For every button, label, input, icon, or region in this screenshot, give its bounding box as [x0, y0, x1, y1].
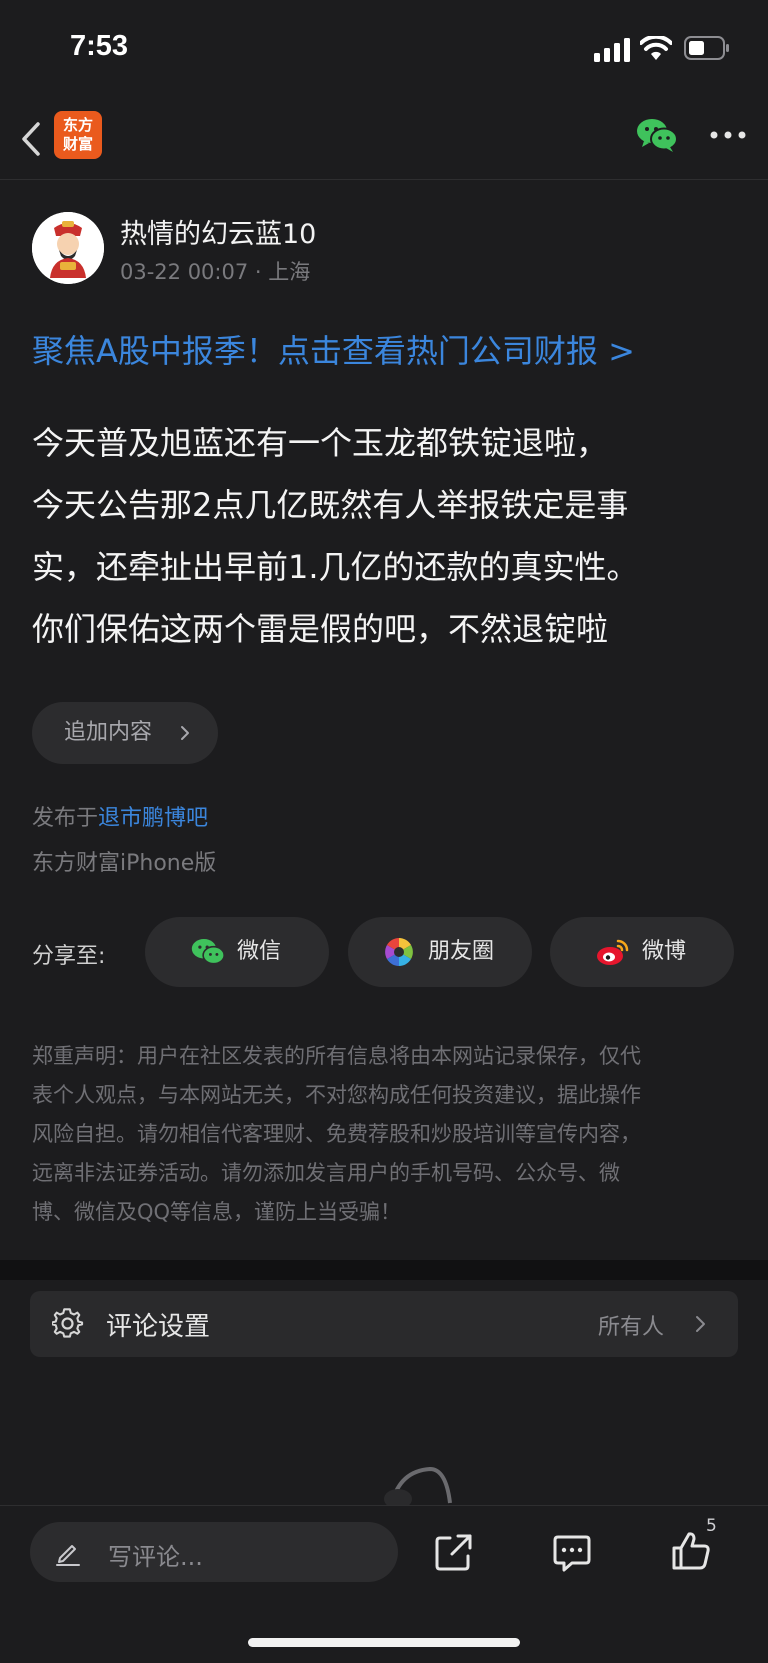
- author-block: 热情的幻云蓝10 03-22 00:07 · 上海: [32, 212, 732, 286]
- logo-text-line2: 财富: [62, 135, 93, 153]
- moments-icon: [385, 938, 413, 966]
- cellular-signal-icon: [594, 38, 630, 62]
- wechat-icon: [191, 939, 225, 965]
- share-moments-label: 朋友圈: [428, 939, 495, 964]
- append-content-button[interactable]: 追加内容: [32, 702, 218, 764]
- logo-text-line1: 东方: [62, 116, 93, 134]
- back-arrow-icon[interactable]: [18, 118, 44, 160]
- disclaimer: 郑重声明：用户在社区发表的所有信息将由本网站记录保存，仅代 表个人观点，与本网站…: [32, 1037, 732, 1232]
- post-line: 今天公告那2点几亿既然有人举报铁定是事: [32, 486, 629, 524]
- chevron-right-icon: [696, 1316, 705, 1332]
- share-weibo-button[interactable]: 微博: [550, 917, 734, 987]
- post-line: 今天普及旭蓝还有一个玉龙都铁锭退啦，: [32, 424, 609, 462]
- weibo-icon: [597, 939, 629, 965]
- comment-input[interactable]: 写评论...: [30, 1522, 398, 1582]
- device-source: 东方财富iPhone版: [32, 851, 217, 876]
- pen-icon: [56, 1545, 80, 1566]
- more-options-icon[interactable]: [708, 128, 748, 142]
- gear-icon: [52, 1308, 84, 1338]
- share-moments-button[interactable]: 朋友圈: [348, 917, 532, 987]
- share-label: 分享至:: [32, 944, 106, 969]
- published-prefix: 发布于: [32, 806, 99, 831]
- post-line: 你们保佑这两个雷是假的吧，不然退锭啦: [32, 610, 609, 648]
- author-name[interactable]: 热情的幻云蓝10: [120, 212, 316, 251]
- battery-icon: [684, 36, 729, 60]
- like-count: 5: [706, 1516, 717, 1536]
- comment-settings-label: 评论设置: [106, 1312, 211, 1342]
- share-wechat-label: 微信: [237, 939, 282, 964]
- share-wechat-button[interactable]: 微信: [145, 917, 329, 987]
- comment-settings-row[interactable]: 评论设置 所有人: [30, 1291, 738, 1357]
- disclaimer-line: 风险自担。请勿相信代客理财、免费荐股和炒股培训等宣传内容，: [32, 1122, 641, 1146]
- eastmoney-logo[interactable]: 东方 财富: [54, 111, 102, 159]
- nav-bar: 东方 财富: [0, 100, 768, 180]
- disclaimer-line: 博、微信及QQ等信息，谨防上当受骗！: [32, 1200, 402, 1224]
- thumbs-up-icon[interactable]: [670, 1530, 712, 1572]
- empty-comments-illustration: [384, 1466, 452, 1505]
- comment-settings-value: 所有人: [597, 1315, 664, 1340]
- wechat-share-icon[interactable]: [636, 117, 678, 153]
- post-line: 实，还牵扯出早前1.几亿的还款的真实性。: [32, 548, 639, 586]
- share-weibo-label: 微博: [642, 939, 687, 964]
- status-time: 7:53: [70, 30, 129, 62]
- disclaimer-line: 表个人观点，与本网站无关，不对您构成任何投资建议，据此操作: [32, 1083, 641, 1107]
- wifi-icon: [640, 36, 672, 60]
- published-in: 发布于退市鹏博吧: [32, 800, 208, 832]
- disclaimer-line: 郑重声明：用户在社区发表的所有信息将由本网站记录保存，仅代: [32, 1044, 641, 1068]
- disclaimer-line: 远离非法证券活动。请勿添加发言用户的手机号码、公众号、微: [32, 1161, 620, 1185]
- bottom-toolbar: 写评论... 5: [0, 1505, 768, 1663]
- fortune-god-avatar-icon: [32, 212, 104, 284]
- promo-link[interactable]: 聚焦A股中报季！点击查看热门公司财报 >: [32, 326, 635, 372]
- section-divider: [0, 1260, 768, 1280]
- post-timestamp-location: 03-22 00:07 · 上海: [120, 260, 311, 284]
- status-bar: 7:53: [0, 0, 768, 100]
- comment-icon[interactable]: [552, 1532, 592, 1572]
- post-body: 今天普及旭蓝还有一个玉龙都铁锭退啦， 今天公告那2点几亿既然有人举报铁定是事 实…: [32, 412, 744, 660]
- home-indicator: [248, 1638, 520, 1647]
- share-out-icon[interactable]: [434, 1532, 474, 1572]
- chevron-right-icon: [181, 726, 189, 740]
- append-content-label: 追加内容: [64, 720, 153, 745]
- forum-link[interactable]: 退市鹏博吧: [98, 806, 208, 831]
- avatar[interactable]: [32, 212, 104, 284]
- comment-placeholder: 写评论...: [108, 1543, 203, 1571]
